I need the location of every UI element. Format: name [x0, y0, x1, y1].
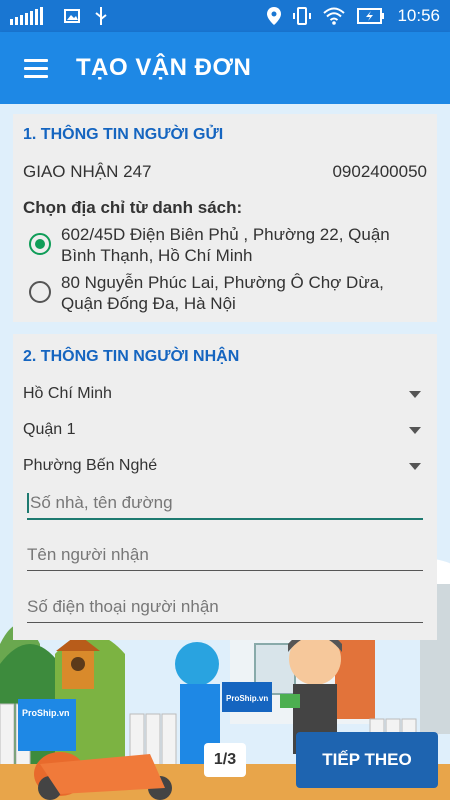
sender-name: GIAO NHẬN 247 — [23, 162, 152, 181]
city-value: Hồ Chí Minh — [23, 385, 112, 402]
battery-icon — [357, 8, 385, 24]
address-2-line-2: Quận Đống Đa, Hà Nội — [61, 294, 236, 313]
receiver-name-input[interactable]: Tên người nhận — [27, 540, 423, 571]
dropdown-arrow-icon — [409, 426, 421, 434]
dropdown-arrow-icon — [409, 462, 421, 470]
text-cursor — [27, 493, 29, 513]
address-2-line-1: 80 Nguyễn Phúc Lai, Phường Ô Chợ Dừa, — [61, 273, 384, 292]
brand-logo-text-2: ProShip.vn — [226, 694, 268, 703]
menu-icon[interactable] — [24, 58, 48, 78]
street-address-placeholder: Số nhà, tên đường — [30, 493, 173, 512]
radio-selected-icon[interactable] — [29, 233, 51, 255]
page-indicator: 1/3 — [204, 743, 246, 777]
address-option-1[interactable]: 602/45D Điện Biên Phủ , Phường 22, Quận … — [23, 224, 427, 266]
status-bar: 10:56 — [0, 0, 450, 32]
sender-section-title: 1. THÔNG TIN NGƯỜI GỬI — [23, 126, 224, 143]
district-value: Quận 1 — [23, 421, 76, 438]
next-button[interactable]: TIẾP THEO — [296, 732, 438, 788]
vibrate-icon — [293, 7, 312, 25]
sender-info-card: 1. THÔNG TIN NGƯỜI GỬI GIAO NHẬN 247 090… — [13, 114, 437, 322]
receiver-phone-input[interactable]: Số điện thoại người nhận — [27, 592, 423, 623]
location-icon — [267, 7, 282, 25]
address-1-line-2: Bình Thạnh, Hồ Chí Minh — [61, 246, 253, 265]
sender-phone: 0902400050 — [332, 162, 427, 181]
address-1-line-1: 602/45D Điện Biên Phủ , Phường 22, Quận — [61, 225, 390, 244]
ward-value: Phường Bến Nghé — [23, 457, 158, 474]
brand-logo-text-1: ProShip.vn — [22, 708, 70, 718]
receiver-info-card: 2. THÔNG TIN NGƯỜI NHẬN Hồ Chí Minh Quận… — [13, 334, 437, 640]
receiver-name-placeholder: Tên người nhận — [27, 545, 149, 564]
app-bar: TẠO VẬN ĐƠN — [0, 32, 450, 104]
choose-address-label: Chọn địa chỉ từ danh sách: — [23, 198, 243, 217]
image-icon — [64, 9, 80, 23]
district-select[interactable]: Quận 1 — [23, 412, 427, 448]
receiver-section-title: 2. THÔNG TIN NGƯỜI NHẬN — [23, 348, 240, 365]
city-select[interactable]: Hồ Chí Minh — [23, 376, 427, 412]
sender-row: GIAO NHẬN 247 0902400050 — [23, 162, 427, 182]
ward-select[interactable]: Phường Bến Nghé — [23, 448, 427, 484]
address-text-2: 80 Nguyễn Phúc Lai, Phường Ô Chợ Dừa, Qu… — [61, 272, 384, 314]
radio-unselected-icon[interactable] — [29, 281, 51, 303]
signal-icon — [10, 7, 43, 25]
address-option-2[interactable]: 80 Nguyễn Phúc Lai, Phường Ô Chợ Dừa, Qu… — [23, 272, 427, 314]
usb-icon — [95, 7, 107, 25]
page-title: TẠO VẬN ĐƠN — [76, 54, 252, 81]
wifi-icon — [323, 7, 346, 25]
address-text-1: 602/45D Điện Biên Phủ , Phường 22, Quận … — [61, 224, 390, 266]
street-address-input[interactable]: Số nhà, tên đường — [27, 488, 423, 520]
status-time: 10:56 — [397, 6, 440, 25]
receiver-phone-placeholder: Số điện thoại người nhận — [27, 597, 219, 616]
dropdown-arrow-icon — [409, 390, 421, 398]
